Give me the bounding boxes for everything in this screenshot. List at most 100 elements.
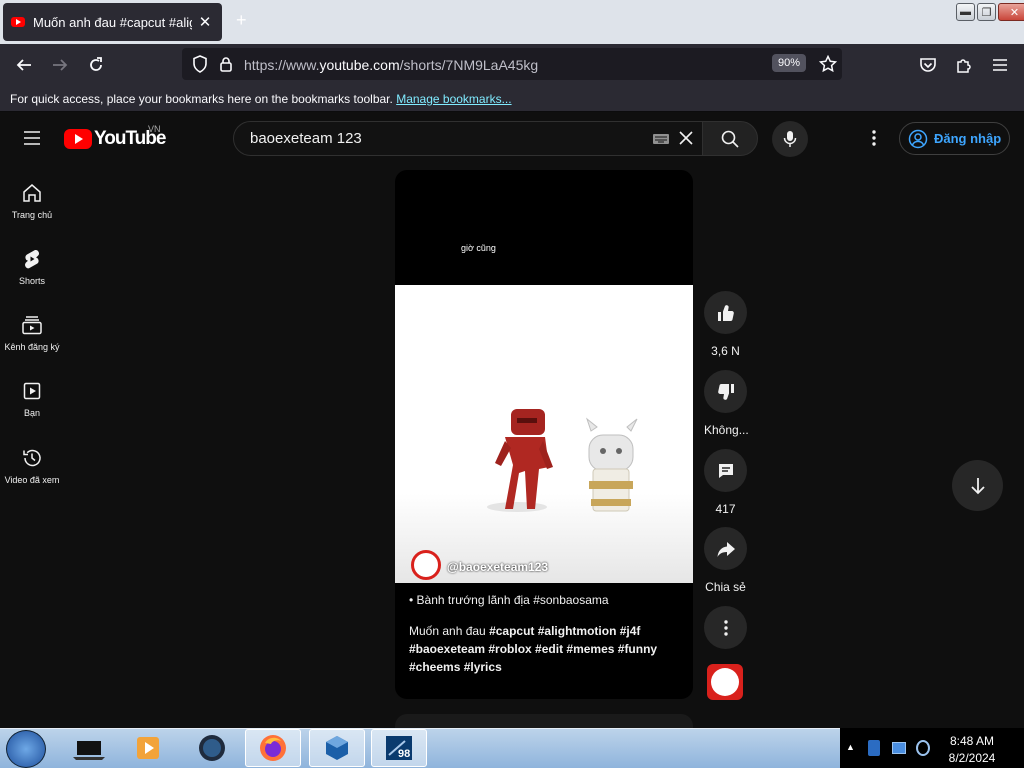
arrow-down-icon: [970, 477, 985, 494]
account-icon: [908, 129, 928, 148]
tracking-shield-icon[interactable]: [188, 52, 212, 76]
taskbar-app-globe[interactable]: [184, 729, 240, 767]
description-text: Muốn anh đau: [409, 624, 490, 638]
new-tab-button[interactable]: +: [236, 10, 247, 31]
microphone-icon: [783, 131, 797, 147]
thumbs-down-icon: [717, 383, 734, 400]
taskbar-app-folder[interactable]: [60, 729, 116, 767]
shorts-icon: [25, 249, 39, 269]
zoom-level[interactable]: 90%: [772, 54, 807, 72]
channel-avatar[interactable]: [411, 550, 441, 580]
minimize-button[interactable]: ▬: [956, 3, 975, 21]
like-count: 3,6 N: [711, 344, 740, 358]
dislike-label: Không...: [704, 423, 749, 437]
sidebar-item-label: Trang chủ: [11, 210, 53, 220]
more-actions-button[interactable]: [704, 606, 747, 649]
you-icon: [23, 382, 41, 400]
keyboard-icon[interactable]: [652, 132, 670, 149]
bookmarks-hint: For quick access, place your bookmarks h…: [10, 92, 393, 106]
bookmarks-bar: For quick access, place your bookmarks h…: [0, 86, 1024, 112]
win98-badge: 98: [398, 748, 411, 760]
comment-icon: [718, 463, 733, 478]
sidebar-item-label: Kênh đăng ký: [4, 342, 60, 352]
tray-network-icon[interactable]: [892, 742, 906, 754]
close-window-button[interactable]: ✕: [998, 3, 1024, 21]
search-button[interactable]: [702, 121, 758, 156]
history-icon: [23, 449, 41, 467]
tab-title: Muốn anh đau #capcut #alight: [33, 14, 192, 30]
clock-date: 8/2/2024: [948, 751, 996, 765]
dislike-button[interactable]: Không...: [704, 370, 749, 437]
laptop-icon: [73, 741, 105, 760]
tray-device-icon[interactable]: [868, 740, 880, 756]
youtube-logo[interactable]: YouTube VN: [64, 124, 166, 150]
signin-button[interactable]: Đăng nhập: [899, 122, 1010, 155]
bookmark-star-icon[interactable]: [816, 52, 840, 76]
lock-icon[interactable]: [214, 52, 238, 76]
taskbar-clock[interactable]: 8:48 AM 8/2/2024: [936, 733, 1008, 767]
url-text[interactable]: https://www.youtube.com/shorts/7NM9LaA45…: [244, 57, 538, 73]
share-icon: [717, 541, 735, 557]
restore-button[interactable]: ❐: [977, 3, 996, 21]
channel-thumbnail[interactable]: [707, 664, 743, 700]
country-code: VN: [148, 124, 161, 134]
youtube-play-icon: [64, 129, 92, 149]
sidebar-item-subscriptions[interactable]: Kênh đăng ký: [0, 314, 64, 352]
firefox-icon: [260, 735, 286, 761]
back-icon[interactable]: [12, 53, 36, 77]
more-vertical-icon: [723, 619, 728, 636]
comment-count: 417: [715, 502, 736, 516]
channel-thumbnail-face: [711, 668, 739, 696]
window-controls: ▬ ❐ ✕: [956, 3, 1024, 21]
video-tag-line[interactable]: • Bành trướng lãnh địa #sonbaosama: [409, 593, 609, 607]
comments-button[interactable]: 417: [704, 449, 747, 516]
like-button[interactable]: 3,6 N: [704, 291, 747, 358]
manage-bookmarks-link[interactable]: Manage bookmarks...: [396, 92, 511, 106]
home-icon: [23, 184, 41, 202]
sidebar-item-label: Shorts: [18, 276, 45, 286]
share-label: Chia sẻ: [705, 580, 746, 594]
media-player-icon: [137, 737, 159, 759]
globe-icon: [199, 735, 225, 761]
search-value: baoexeteam 123: [250, 130, 362, 147]
virtualbox-icon: [326, 736, 348, 760]
clear-search-icon[interactable]: [678, 130, 694, 150]
tag-line-text: Bành trướng lãnh địa #sonbaosama: [416, 593, 609, 607]
reload-icon[interactable]: [84, 53, 108, 77]
share-button[interactable]: Chia sẻ: [704, 527, 747, 594]
pocket-icon[interactable]: [916, 53, 940, 77]
channel-handle[interactable]: @baoexeteam123: [447, 560, 548, 574]
taskbar-app-media[interactable]: [120, 729, 176, 767]
start-button[interactable]: [6, 730, 46, 768]
tab-close-icon[interactable]: ✕: [196, 13, 214, 31]
guide-menu-icon[interactable]: [20, 126, 44, 150]
taskbar-app-firefox[interactable]: [245, 729, 301, 767]
shorts-video-player[interactable]: giờ cũng @baoexeteam123 • Bành trướng lã…: [395, 170, 693, 699]
roblox-characters-image: [487, 409, 638, 512]
thumbs-up-icon: [717, 304, 734, 321]
youtube-favicon-icon: [11, 17, 25, 27]
sidebar-item-you[interactable]: Bạn: [0, 380, 64, 418]
url-bar[interactable]: https://www.youtube.com/shorts/7NM9LaA45…: [182, 48, 842, 80]
sidebar-item-history[interactable]: Video đã xem: [0, 447, 64, 485]
sidebar-item-home[interactable]: Trang chủ: [0, 182, 64, 220]
tray-expand-icon[interactable]: ▲: [846, 742, 855, 752]
taskbar-app-virtualbox[interactable]: [309, 729, 365, 767]
voice-search-button[interactable]: [772, 121, 808, 157]
forward-icon[interactable]: [48, 53, 72, 77]
taskbar-app-win98[interactable]: 98: [371, 729, 427, 767]
browser-titlebar: Muốn anh đau #capcut #alight ✕ + ▬ ❐ ✕: [0, 0, 1024, 44]
sidebar-item-label: Bạn: [23, 408, 40, 418]
more-options-icon[interactable]: [862, 126, 886, 150]
clock-time: 8:48 AM: [949, 734, 995, 748]
tray-volume-icon[interactable]: [916, 740, 930, 756]
menu-icon[interactable]: [988, 53, 1012, 77]
video-caption: giờ cũng: [461, 243, 496, 253]
search-input[interactable]: baoexeteam 123: [233, 121, 703, 156]
sidebar-item-shorts[interactable]: Shorts: [0, 248, 64, 286]
extensions-icon[interactable]: [952, 53, 976, 77]
next-video-button[interactable]: [952, 460, 1003, 511]
video-frame: [395, 285, 693, 583]
search-icon: [721, 130, 739, 148]
browser-tab[interactable]: Muốn anh đau #capcut #alight ✕: [3, 3, 222, 41]
